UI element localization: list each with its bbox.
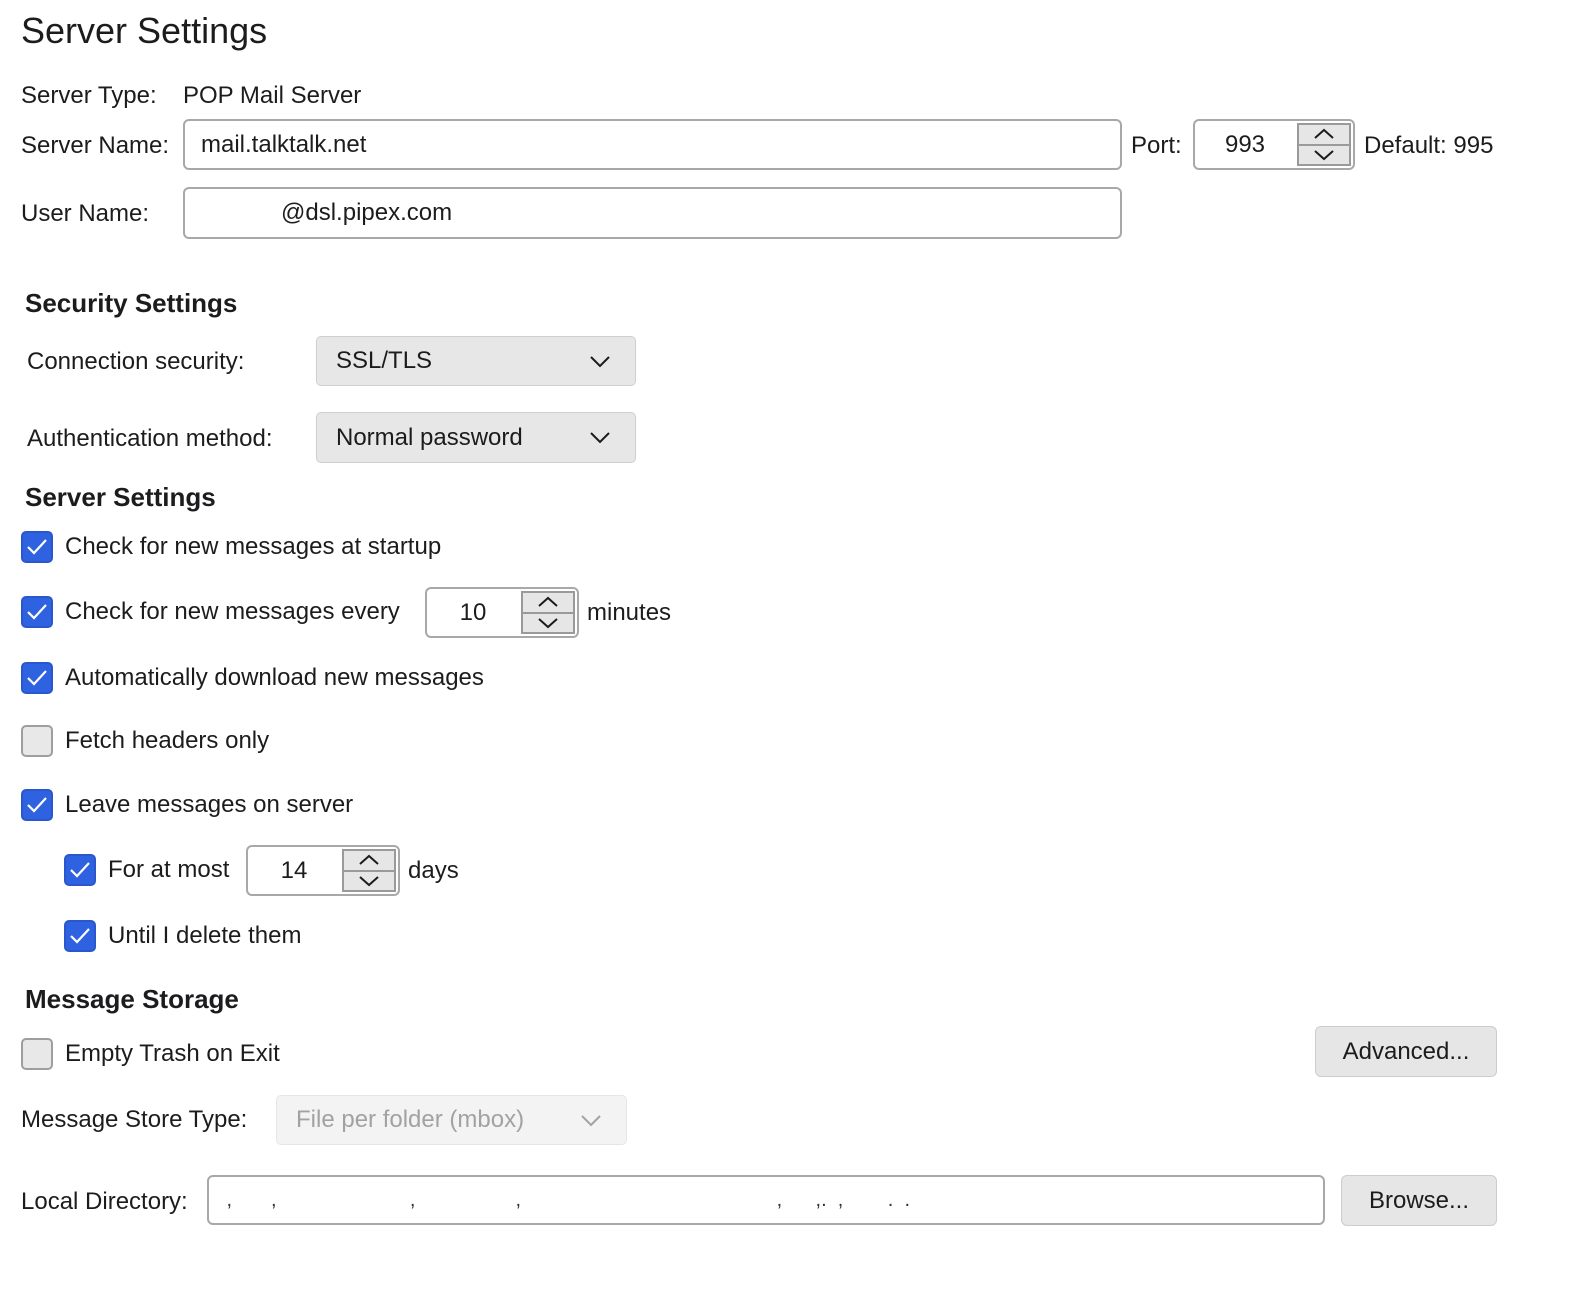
for-at-most-checkbox[interactable] <box>64 854 96 886</box>
leave-on-server-row[interactable]: Leave messages on server <box>21 789 353 821</box>
chevron-up-icon <box>538 596 558 607</box>
server-name-value: mail.talktalk.net <box>201 130 367 158</box>
minutes-label: minutes <box>587 599 672 626</box>
headers-only-row[interactable]: Fetch headers only <box>21 725 269 757</box>
until-delete-row[interactable]: Until I delete them <box>64 920 301 952</box>
security-settings-heading: Security Settings <box>25 288 238 318</box>
empty-trash-label: Empty Trash on Exit <box>65 1040 280 1067</box>
advanced-button[interactable]: Advanced... <box>1315 1026 1497 1077</box>
headers-only-label: Fetch headers only <box>65 727 270 754</box>
username-label: User Name: <box>21 200 150 227</box>
days-label: days <box>408 857 459 884</box>
check-every-row[interactable]: Check for new messages every <box>21 596 400 628</box>
auto-download-label: Automatically download new messages <box>65 664 484 691</box>
chevron-down-icon <box>1314 150 1334 161</box>
port-increment-button[interactable] <box>1299 125 1349 144</box>
chevron-down-icon <box>590 355 610 367</box>
connection-security-select[interactable]: SSL/TLS <box>316 336 636 386</box>
days-stepper[interactable]: 14 <box>246 845 400 896</box>
checkmark-icon <box>27 539 47 555</box>
days-increment-button[interactable] <box>344 851 394 870</box>
check-startup-checkbox[interactable] <box>21 531 53 563</box>
for-at-most-row[interactable]: For at most <box>64 854 229 886</box>
chevron-up-icon <box>1314 128 1334 139</box>
check-interval-decrement-button[interactable] <box>523 611 573 633</box>
store-type-label: Message Store Type: <box>21 1106 248 1133</box>
chevron-down-icon <box>581 1114 601 1126</box>
checkmark-icon <box>27 797 47 813</box>
auto-download-checkbox[interactable] <box>21 662 53 694</box>
check-every-label: Check for new messages every <box>65 598 400 625</box>
checkmark-icon <box>70 928 90 944</box>
store-type-select: File per folder (mbox) <box>276 1095 627 1145</box>
auto-download-row[interactable]: Automatically download new messages <box>21 662 484 694</box>
username-value: @dsl.pipex.com <box>201 199 453 226</box>
leave-on-server-label: Leave messages on server <box>65 791 354 818</box>
server-name-input[interactable]: mail.talktalk.net <box>183 119 1122 170</box>
checkmark-icon <box>27 670 47 686</box>
chevron-down-icon <box>590 432 610 444</box>
until-delete-label: Until I delete them <box>108 922 302 949</box>
port-label: Port: <box>1131 132 1182 159</box>
server-name-label: Server Name: <box>21 132 170 159</box>
checkmark-icon <box>27 604 47 620</box>
server-settings-heading: Server Settings <box>25 482 216 512</box>
until-delete-checkbox[interactable] <box>64 920 96 952</box>
store-type-value: File per folder (mbox) <box>296 1106 525 1133</box>
chevron-up-icon <box>359 854 379 865</box>
leave-on-server-checkbox[interactable] <box>21 789 53 821</box>
port-decrement-button[interactable] <box>1299 143 1349 165</box>
days-decrement-button[interactable] <box>344 869 394 891</box>
check-interval-stepper[interactable]: 10 <box>425 587 579 638</box>
message-storage-heading: Message Storage <box>25 984 239 1014</box>
local-directory-value: , , , , , ,. , . . <box>221 1188 911 1211</box>
auth-method-label: Authentication method: <box>27 425 273 452</box>
local-directory-input[interactable]: , , , , , ,. , . . <box>207 1175 1325 1225</box>
days-value[interactable]: 14 <box>248 847 340 894</box>
default-port-text: Default: 995 <box>1364 132 1494 159</box>
check-every-checkbox[interactable] <box>21 596 53 628</box>
connection-security-value: SSL/TLS <box>336 347 433 374</box>
checkmark-icon <box>70 862 90 878</box>
auth-method-value: Normal password <box>336 423 523 451</box>
port-stepper[interactable]: 993 <box>1193 119 1355 170</box>
port-value[interactable]: 993 <box>1195 121 1295 168</box>
connection-security-label: Connection security: <box>27 348 245 375</box>
local-directory-label: Local Directory: <box>21 1188 188 1215</box>
check-startup-label: Check for new messages at startup <box>65 533 442 560</box>
for-at-most-label: For at most <box>108 856 230 883</box>
chevron-down-icon <box>359 876 379 887</box>
check-startup-row[interactable]: Check for new messages at startup <box>21 531 441 563</box>
check-interval-value[interactable]: 10 <box>427 589 519 636</box>
headers-only-checkbox[interactable] <box>21 725 53 757</box>
empty-trash-row[interactable]: Empty Trash on Exit <box>21 1038 280 1070</box>
server-type-value: POP Mail Server <box>183 82 362 109</box>
username-input[interactable]: @dsl.pipex.com <box>183 187 1122 239</box>
empty-trash-checkbox[interactable] <box>21 1038 53 1070</box>
check-interval-increment-button[interactable] <box>523 593 573 612</box>
auth-method-select[interactable]: Normal password <box>316 412 636 463</box>
chevron-down-icon <box>538 618 558 629</box>
browse-button[interactable]: Browse... <box>1341 1175 1497 1226</box>
server-type-label: Server Type: <box>21 82 157 109</box>
page-title: Server Settings <box>21 10 268 51</box>
